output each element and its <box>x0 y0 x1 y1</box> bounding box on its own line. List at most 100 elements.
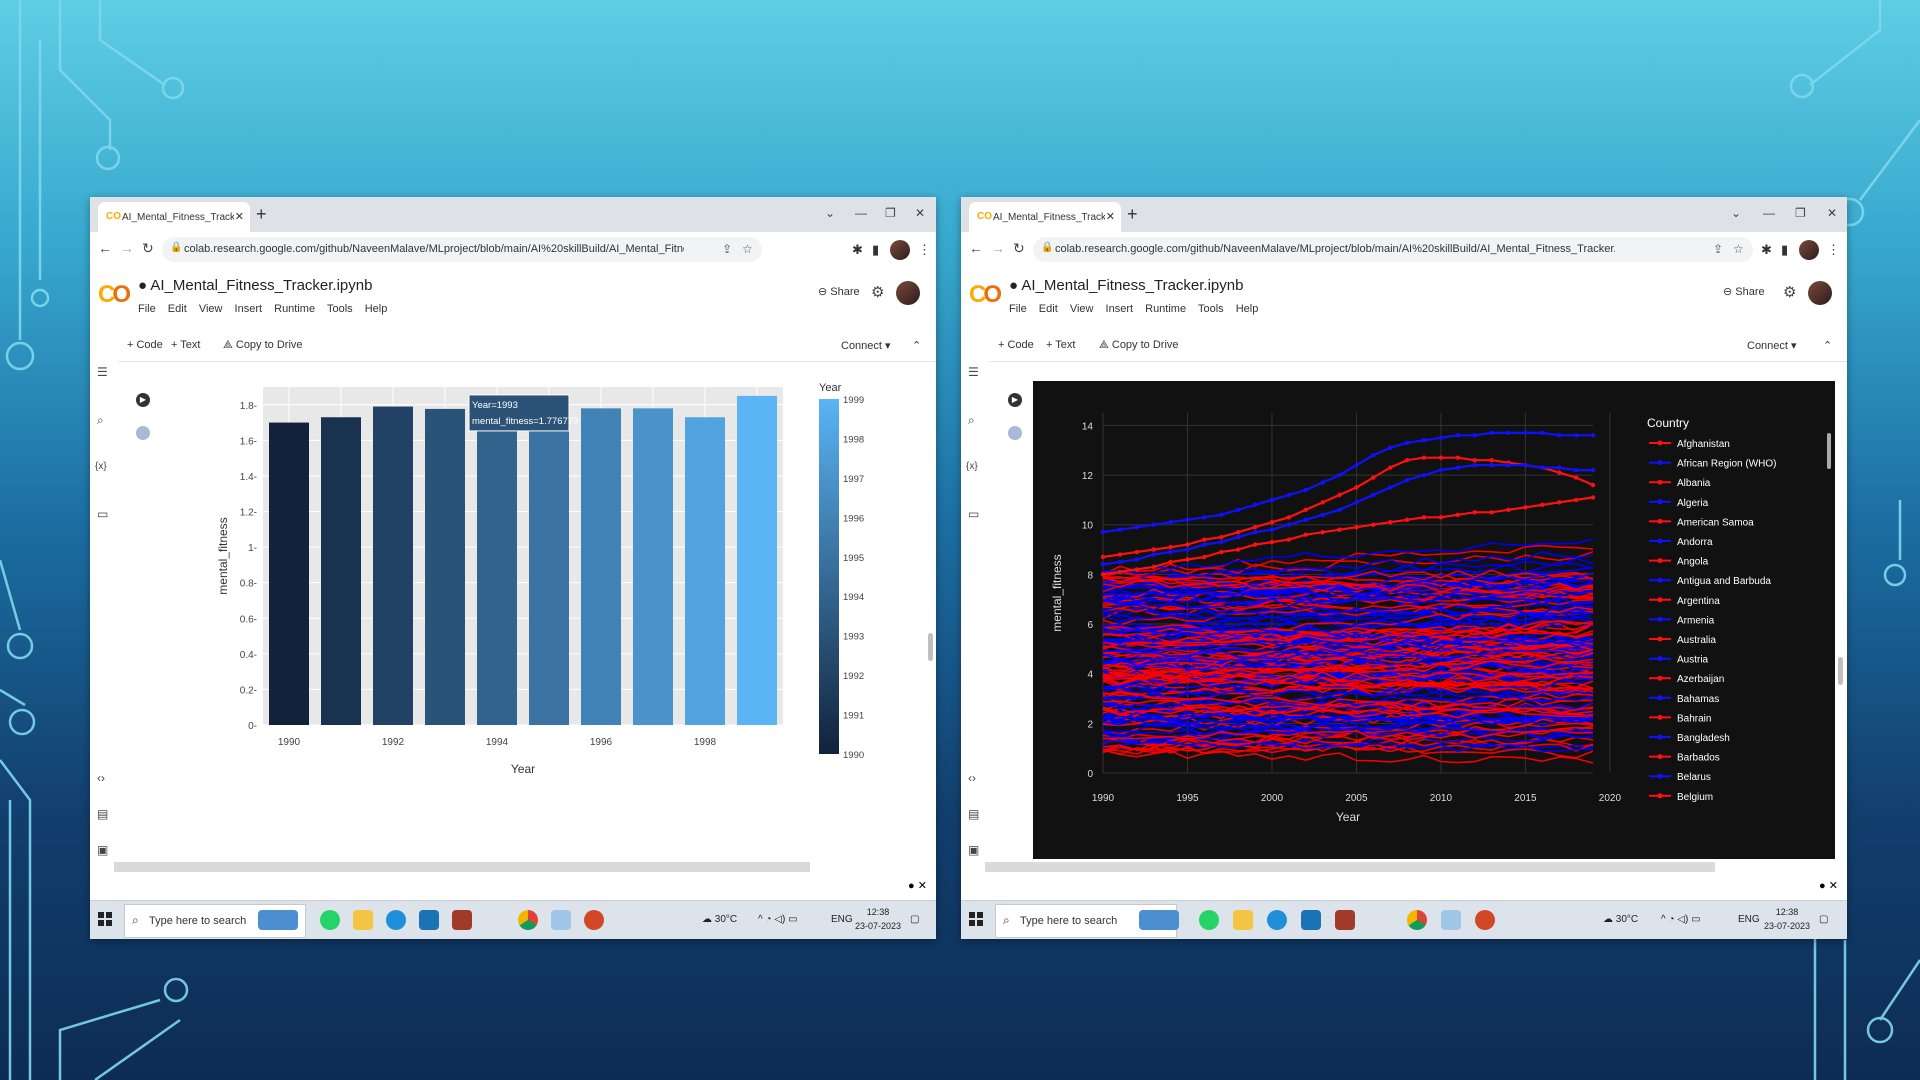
extensions-icon[interactable]: ✱ <box>852 242 863 258</box>
restore-icon[interactable]: ❐ <box>885 206 896 220</box>
variables-icon[interactable]: {x} <box>966 461 978 472</box>
gear-icon[interactable]: ⚙ <box>871 283 884 301</box>
variables-icon[interactable]: {x} <box>95 461 107 472</box>
share-button[interactable]: ⊖ Share <box>818 285 860 298</box>
search-icon[interactable]: ⌕ <box>968 413 975 428</box>
search-highlight-icon[interactable] <box>1139 910 1179 930</box>
output-close-icon[interactable]: ● ✕ <box>908 879 927 892</box>
whatsapp-icon[interactable] <box>1199 910 1219 930</box>
new-tab-icon[interactable]: + <box>256 204 267 225</box>
menu-help[interactable]: Help <box>365 303 388 315</box>
bookmark-star-icon[interactable]: ☆ <box>1733 242 1744 256</box>
browser-tab[interactable]: CO AI_Mental_Fitness_Tracker.ipynb ✕ <box>969 202 1121 232</box>
menu-runtime[interactable]: Runtime <box>274 303 315 315</box>
sidepanel-icon[interactable]: ▮ <box>872 242 879 258</box>
menu-file[interactable]: File <box>1009 303 1027 315</box>
back-icon[interactable]: ← <box>98 240 112 256</box>
windows-start-icon[interactable] <box>98 912 112 926</box>
copy-to-drive-button[interactable]: ⟁ Copy to Drive <box>1099 339 1179 352</box>
reload-icon[interactable]: ↻ <box>1013 240 1025 257</box>
menu-view[interactable]: View <box>199 303 223 315</box>
close-window-icon[interactable]: ✕ <box>1827 206 1837 220</box>
vertical-scrollbar[interactable] <box>1838 657 1843 685</box>
terminal-icon[interactable]: ▣ <box>968 843 979 857</box>
toc-icon[interactable]: ☰ <box>97 365 108 379</box>
profile-avatar[interactable] <box>1799 240 1819 260</box>
file-explorer-icon[interactable] <box>1233 910 1253 930</box>
menu-tools[interactable]: Tools <box>1198 303 1224 315</box>
edge-icon[interactable] <box>1267 910 1287 930</box>
address-bar[interactable]: 🔒 colab.research.google.com/github/Navee… <box>162 237 762 262</box>
user-avatar[interactable] <box>896 281 920 305</box>
close-window-icon[interactable]: ✕ <box>915 206 925 220</box>
folder-icon[interactable]: ▭ <box>97 507 108 521</box>
powerpoint-icon[interactable] <box>584 910 604 930</box>
command-palette-icon[interactable]: ▤ <box>968 807 979 821</box>
language-indicator[interactable]: ENG <box>831 914 853 925</box>
profile-avatar[interactable] <box>890 240 910 260</box>
menu-runtime[interactable]: Runtime <box>1145 303 1186 315</box>
system-tray-icons[interactable]: ^ ◔ ◁) ▭ <box>1661 914 1701 925</box>
sidepanel-icon[interactable]: ▮ <box>1781 242 1788 258</box>
cell-output-icon[interactable] <box>136 426 150 440</box>
gear-icon[interactable]: ⚙ <box>1783 283 1796 301</box>
app-icon[interactable] <box>1335 910 1355 930</box>
clock[interactable]: 12:38 23-07-2023 <box>855 905 901 933</box>
notification-icon[interactable]: ▢ <box>1819 914 1828 925</box>
restore-icon[interactable]: ❐ <box>1795 206 1806 220</box>
notification-icon[interactable]: ▢ <box>910 914 919 925</box>
menu-help[interactable]: Help <box>1236 303 1259 315</box>
colab-logo[interactable]: CO <box>969 281 1002 309</box>
clock[interactable]: 12:38 23-07-2023 <box>1764 905 1810 933</box>
file-explorer-icon[interactable] <box>353 910 373 930</box>
menu-view[interactable]: View <box>1070 303 1094 315</box>
menu-edit[interactable]: Edit <box>168 303 187 315</box>
back-icon[interactable]: ← <box>969 240 983 256</box>
chrome-icon[interactable] <box>1407 910 1427 930</box>
colab-logo[interactable]: CO <box>98 281 131 309</box>
add-code-button[interactable]: + Code <box>127 339 163 351</box>
mail-icon[interactable] <box>419 910 439 930</box>
share-button[interactable]: ⊖ Share <box>1723 285 1765 298</box>
powerpoint-icon[interactable] <box>1475 910 1495 930</box>
weather-icon[interactable]: ☁ 30°C <box>702 914 737 925</box>
terminal-icon[interactable]: ▣ <box>97 843 108 857</box>
windows-start-icon[interactable] <box>969 912 983 926</box>
notebook-title[interactable]: ● AI_Mental_Fitness_Tracker.ipynb <box>138 277 372 294</box>
collapse-chevron-icon[interactable]: ⌃ <box>1823 339 1832 352</box>
reload-icon[interactable]: ↻ <box>142 240 154 257</box>
search-highlight-icon[interactable] <box>258 910 298 930</box>
menu-insert[interactable]: Insert <box>1106 303 1134 315</box>
user-avatar[interactable] <box>1808 281 1832 305</box>
share-page-icon[interactable]: ⇪ <box>1713 242 1723 256</box>
horizontal-scrollbar[interactable] <box>985 862 1715 872</box>
whatsapp-icon[interactable] <box>320 910 340 930</box>
share-page-icon[interactable]: ⇪ <box>722 242 732 256</box>
cell-output-icon[interactable] <box>1008 426 1022 440</box>
horizontal-scrollbar[interactable] <box>114 862 810 872</box>
app-icon[interactable] <box>452 910 472 930</box>
address-bar[interactable]: 🔒 colab.research.google.com/github/Navee… <box>1033 237 1753 262</box>
chevron-down-icon[interactable]: ⌄ <box>825 206 835 220</box>
minimize-icon[interactable]: — <box>855 206 867 220</box>
folder-icon[interactable]: ▭ <box>968 507 979 521</box>
mail-icon[interactable] <box>1301 910 1321 930</box>
close-tab-icon[interactable]: ✕ <box>1106 210 1115 223</box>
menu-insert[interactable]: Insert <box>235 303 263 315</box>
command-palette-icon[interactable]: ▤ <box>97 807 108 821</box>
kebab-menu-icon[interactable]: ⋮ <box>1827 242 1840 258</box>
chrome-icon[interactable] <box>518 910 538 930</box>
code-snippets-icon[interactable]: ‹› <box>968 771 976 785</box>
system-tray-icons[interactable]: ^ ◔ ◁) ▭ <box>758 914 798 925</box>
toc-icon[interactable]: ☰ <box>968 365 979 379</box>
chevron-down-icon[interactable]: ⌄ <box>1731 206 1741 220</box>
search-icon[interactable]: ⌕ <box>97 413 104 428</box>
connect-button[interactable]: Connect ▾ <box>841 339 891 352</box>
weather-icon[interactable]: ☁ 30°C <box>1603 914 1638 925</box>
bookmark-star-icon[interactable]: ☆ <box>742 242 753 256</box>
menu-edit[interactable]: Edit <box>1039 303 1058 315</box>
close-tab-icon[interactable]: ✕ <box>235 210 244 223</box>
new-tab-icon[interactable]: + <box>1127 204 1138 225</box>
connect-button[interactable]: Connect ▾ <box>1747 339 1797 352</box>
forward-icon[interactable]: → <box>991 240 1005 256</box>
